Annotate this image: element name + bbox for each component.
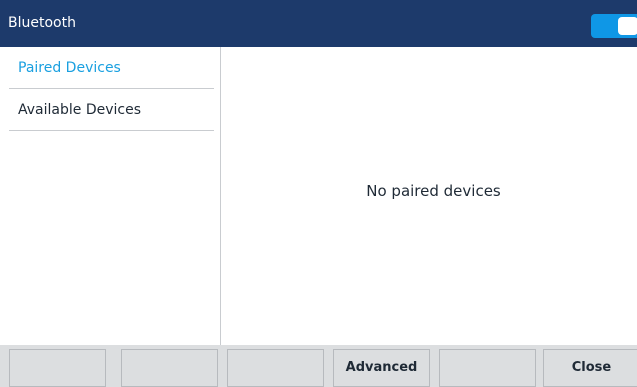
advanced-button[interactable]: Advanced xyxy=(333,349,430,387)
sidebar: Paired Devices Available Devices xyxy=(0,47,221,345)
toggle-knob xyxy=(618,17,637,35)
sidebar-item-label: Paired Devices xyxy=(18,60,121,76)
sidebar-item-label: Available Devices xyxy=(18,102,141,118)
sidebar-item-paired-devices[interactable]: Paired Devices xyxy=(9,47,214,89)
title-bar: Bluetooth xyxy=(0,0,637,47)
close-button[interactable]: Close xyxy=(543,349,637,387)
page-title: Bluetooth xyxy=(8,15,76,31)
softkey-2[interactable] xyxy=(121,349,218,387)
softkey-5[interactable] xyxy=(439,349,536,387)
main-panel: No paired devices xyxy=(221,47,637,345)
softkey-bar: Advanced Close xyxy=(0,345,637,387)
sidebar-item-available-devices[interactable]: Available Devices xyxy=(9,89,214,131)
bluetooth-toggle[interactable] xyxy=(591,14,637,38)
softkey-3[interactable] xyxy=(227,349,324,387)
empty-state-message: No paired devices xyxy=(366,182,501,200)
softkey-1[interactable] xyxy=(9,349,106,387)
